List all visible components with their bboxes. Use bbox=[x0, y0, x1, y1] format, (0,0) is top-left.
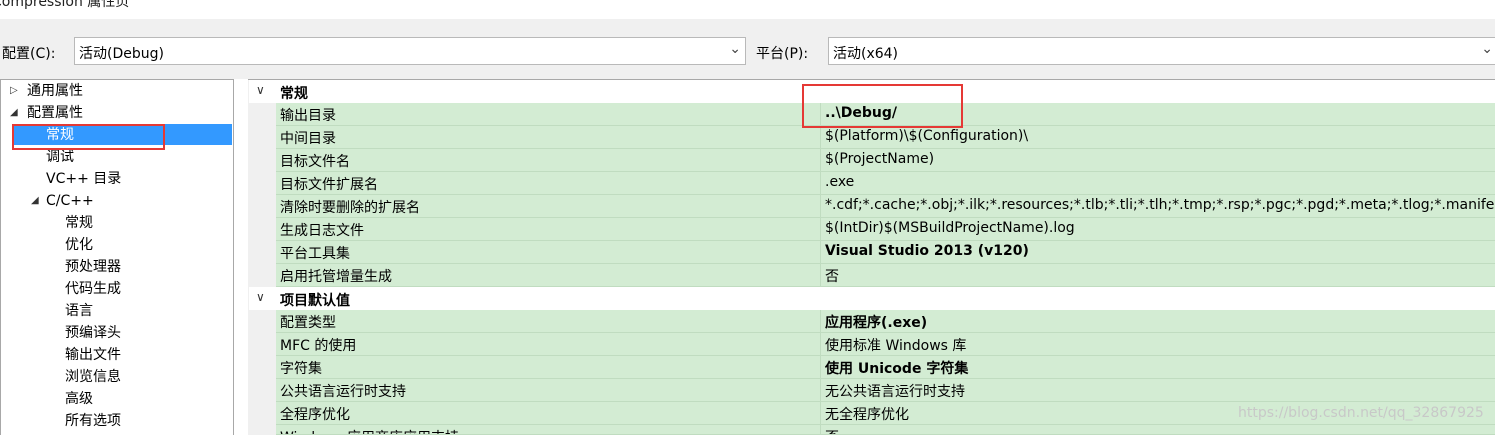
column-divider bbox=[820, 425, 821, 434]
tree-item-c-cpp[interactable]: C/C++ bbox=[46, 190, 94, 212]
collapse-triangle-icon[interactable]: ◢ bbox=[10, 107, 18, 118]
column-divider bbox=[820, 264, 821, 286]
property-row[interactable]: Windows 应用商店应用支持 否 bbox=[276, 425, 1495, 435]
property-name: MFC 的使用 bbox=[280, 338, 357, 354]
property-grid-gutter bbox=[248, 80, 276, 435]
property-value: $(ProjectName) bbox=[825, 151, 935, 167]
tree-item-code-generation[interactable]: 代码生成 bbox=[65, 278, 121, 300]
property-row[interactable]: 字符集 使用 Unicode 字符集 bbox=[276, 356, 1495, 379]
chevron-down-icon: ∨ bbox=[256, 290, 265, 304]
tree-item-output-files[interactable]: 输出文件 bbox=[65, 344, 121, 366]
tree-item-preprocessor[interactable]: 预处理器 bbox=[65, 256, 121, 278]
expand-triangle-icon[interactable]: ▷ bbox=[10, 85, 18, 96]
tree-item-advanced[interactable]: 高级 bbox=[65, 388, 93, 410]
tree-item-optimization[interactable]: 优化 bbox=[65, 234, 93, 256]
column-divider bbox=[820, 126, 821, 148]
property-value: 无公共语言运行时支持 bbox=[825, 384, 965, 400]
property-name: 公共语言运行时支持 bbox=[280, 384, 406, 400]
property-row[interactable]: 中间目录 $(Platform)\$(Configuration)\ bbox=[276, 126, 1495, 149]
chevron-down-icon: ∨ bbox=[256, 83, 265, 97]
highlight-box-output-dir bbox=[802, 84, 963, 128]
property-name: 配置类型 bbox=[280, 315, 336, 331]
tree-item-all-options[interactable]: 所有选项 bbox=[65, 410, 121, 432]
property-row[interactable]: 生成日志文件 $(IntDir)$(MSBuildProjectName).lo… bbox=[276, 218, 1495, 241]
property-name: 输出目录 bbox=[280, 108, 336, 124]
property-row[interactable]: 平台工具集 Visual Studio 2013 (v120) bbox=[276, 241, 1495, 264]
config-combobox[interactable]: 活动(Debug) ⌄ bbox=[74, 37, 746, 65]
column-divider bbox=[820, 218, 821, 240]
property-value: Visual Studio 2013 (v120) bbox=[825, 243, 1029, 259]
tree-item-language[interactable]: 语言 bbox=[65, 300, 93, 322]
column-divider bbox=[820, 310, 821, 332]
property-name: 目标文件名 bbox=[280, 154, 350, 170]
watermark: https://blog.csdn.net/qq_32867925 bbox=[1238, 405, 1484, 421]
tree-item-configuration-properties[interactable]: 配置属性 bbox=[27, 102, 83, 124]
property-name: 全程序优化 bbox=[280, 407, 350, 423]
category-name: 常规 bbox=[280, 86, 308, 102]
property-name: 中间目录 bbox=[280, 131, 336, 147]
config-label: 配置(C): bbox=[2, 46, 56, 62]
tree-item-precompiled-headers[interactable]: 预编译头 bbox=[65, 322, 121, 344]
property-value: $(Platform)\$(Configuration)\ bbox=[825, 128, 1029, 144]
config-value: 活动(Debug) bbox=[79, 46, 164, 62]
column-divider bbox=[820, 172, 821, 194]
property-name: 启用托管增量生成 bbox=[280, 269, 392, 285]
property-row[interactable]: 目标文件扩展名 .exe bbox=[276, 172, 1495, 195]
column-divider bbox=[820, 149, 821, 171]
property-row[interactable]: MFC 的使用 使用标准 Windows 库 bbox=[276, 333, 1495, 356]
tree-item-vc-directories[interactable]: VC++ 目录 bbox=[46, 168, 121, 190]
property-value: 否 bbox=[825, 427, 839, 434]
property-name: 字符集 bbox=[280, 361, 322, 377]
collapse-triangle-icon[interactable]: ◢ bbox=[31, 195, 39, 206]
tree-item-general-properties[interactable]: 通用属性 bbox=[27, 80, 83, 102]
property-value: $(IntDir)$(MSBuildProjectName).log bbox=[825, 220, 1075, 236]
property-value: 否 bbox=[825, 269, 839, 285]
property-value: .exe bbox=[825, 174, 855, 190]
chevron-down-icon: ⌄ bbox=[729, 41, 741, 57]
property-value: 应用程序(.exe) bbox=[825, 315, 928, 331]
property-row[interactable]: 目标文件名 $(ProjectName) bbox=[276, 149, 1495, 172]
column-divider bbox=[820, 356, 821, 378]
property-row[interactable]: 清除时要删除的扩展名 *.cdf;*.cache;*.obj;*.ilk;*.r… bbox=[276, 195, 1495, 218]
platform-value: 活动(x64) bbox=[833, 46, 899, 62]
category-name: 项目默认值 bbox=[280, 293, 350, 309]
property-row[interactable]: 配置类型 应用程序(.exe) bbox=[276, 310, 1495, 333]
property-value: *.cdf;*.cache;*.obj;*.ilk;*.resources;*.… bbox=[825, 197, 1495, 213]
property-row[interactable]: 启用托管增量生成 否 bbox=[276, 264, 1495, 287]
category-project-defaults[interactable]: ∨ 项目默认值 bbox=[249, 287, 1495, 310]
property-name: 生成日志文件 bbox=[280, 223, 364, 239]
property-row[interactable]: 公共语言运行时支持 无公共语言运行时支持 bbox=[276, 379, 1495, 402]
property-value: 使用标准 Windows 库 bbox=[825, 338, 967, 354]
column-divider bbox=[820, 333, 821, 355]
property-name: 平台工具集 bbox=[280, 246, 350, 262]
highlight-box-tree bbox=[12, 124, 165, 150]
column-divider bbox=[820, 379, 821, 401]
property-value: 无全程序优化 bbox=[825, 407, 909, 423]
column-divider bbox=[820, 241, 821, 263]
chevron-down-icon: ⌄ bbox=[1481, 41, 1493, 57]
tree-item-browse-information[interactable]: 浏览信息 bbox=[65, 366, 121, 388]
property-name: 目标文件扩展名 bbox=[280, 177, 378, 193]
tree-item-cpp-general[interactable]: 常规 bbox=[65, 212, 93, 234]
property-value: 使用 Unicode 字符集 bbox=[825, 361, 969, 377]
property-name: Windows 应用商店应用支持 bbox=[280, 427, 459, 434]
platform-label: 平台(P): bbox=[756, 46, 809, 62]
property-name: 清除时要删除的扩展名 bbox=[280, 200, 420, 216]
column-divider bbox=[820, 402, 821, 424]
window-title: Compression 属性页 bbox=[0, 0, 130, 10]
platform-combobox[interactable]: 活动(x64) ⌄ bbox=[828, 37, 1495, 65]
column-divider bbox=[820, 195, 821, 217]
